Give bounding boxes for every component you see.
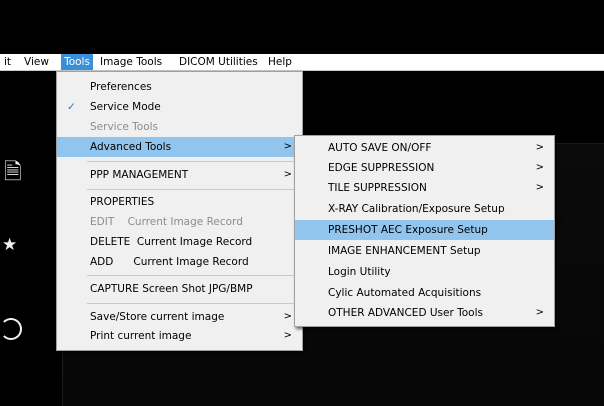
menu-item-login-utility[interactable]: Login Utility [295, 262, 554, 282]
menu-item-label: CAPTURE Screen Shot JPG/BMP [90, 283, 253, 295]
chevron-right-icon: > [535, 182, 544, 193]
chevron-right-icon: > [283, 169, 292, 180]
menu-item-preshot-aec[interactable]: PRESHOT AEC Exposure Setup [295, 220, 554, 240]
menu-separator [87, 275, 299, 276]
menu-item-label: Preferences [90, 81, 152, 93]
menu-separator [87, 189, 299, 190]
menu-item-label: Print current image [90, 330, 192, 342]
menu-edit-partial[interactable]: it [4, 54, 16, 70]
menu-item-label: ADD Current Image Record [90, 256, 249, 268]
menu-item-label: DELETE Current Image Record [90, 236, 253, 248]
menu-separator [87, 161, 299, 162]
menu-tools[interactable]: Tools [61, 54, 93, 70]
menu-item-service-tools: Service Tools [57, 117, 302, 137]
menu-item-label: Service Mode [90, 101, 161, 113]
menu-item-label: PROPERTIES [90, 196, 155, 208]
chevron-right-icon: > [535, 307, 544, 318]
menu-item-preferences[interactable]: Preferences [57, 77, 302, 97]
menu-item-label: Service Tools [90, 121, 159, 133]
menu-item-add-record[interactable]: ADD Current Image Record [57, 252, 302, 272]
menu-item-label: Advanced Tools [90, 141, 172, 153]
document-icon[interactable]: 🗎 [4, 155, 22, 193]
menu-dicom-utilities[interactable]: DICOM Utilities [179, 54, 263, 70]
chevron-right-icon: > [283, 141, 292, 152]
menu-item-ppp-management[interactable]: PPP MANAGEMENT > [57, 165, 302, 185]
menu-item-label: AUTO SAVE ON/OFF [328, 142, 432, 154]
chevron-right-icon: > [535, 162, 544, 173]
menu-item-label: OTHER ADVANCED User Tools [328, 307, 483, 319]
menu-bar: it View Tools Image Tools DICOM Utilitie… [0, 54, 604, 71]
menu-item-print[interactable]: Print current image > [57, 326, 302, 346]
tools-dropdown-menu: Preferences ✓ Service Mode Service Tools… [56, 71, 303, 351]
chevron-right-icon: > [283, 330, 292, 341]
menu-item-cylic-acquisitions[interactable]: Cylic Automated Acquisitions [295, 283, 554, 303]
menu-item-xray-calibration[interactable]: X-RAY Calibration/Exposure Setup [295, 199, 554, 219]
menu-item-tile-suppression[interactable]: TILE SUPPRESSION > [295, 178, 554, 198]
circle-d-icon[interactable] [0, 318, 22, 340]
title-bar-area [0, 0, 604, 54]
menu-separator [87, 303, 299, 304]
advanced-tools-submenu: AUTO SAVE ON/OFF > EDGE SUPPRESSION > TI… [294, 135, 555, 327]
menu-item-advanced-tools[interactable]: Advanced Tools > [57, 137, 302, 157]
menu-item-edge-suppression[interactable]: EDGE SUPPRESSION > [295, 158, 554, 178]
menu-item-image-enhancement[interactable]: IMAGE ENHANCEMENT Setup [295, 241, 554, 261]
menu-help[interactable]: Help [268, 54, 294, 70]
menu-item-label: PRESHOT AEC Exposure Setup [328, 224, 488, 236]
menu-item-service-mode[interactable]: ✓ Service Mode [57, 97, 302, 117]
chevron-right-icon: > [283, 311, 292, 322]
menu-item-label: EDIT Current Image Record [90, 216, 243, 228]
menu-view[interactable]: View [24, 54, 54, 70]
menu-item-label: X-RAY Calibration/Exposure Setup [328, 203, 505, 215]
menu-item-auto-save[interactable]: AUTO SAVE ON/OFF > [295, 138, 554, 158]
menu-item-label: Cylic Automated Acquisitions [328, 287, 482, 299]
menu-item-label: EDGE SUPPRESSION [328, 162, 435, 174]
menu-item-delete-record[interactable]: DELETE Current Image Record [57, 232, 302, 252]
chevron-right-icon: > [535, 142, 544, 153]
menu-item-label: Login Utility [328, 266, 391, 278]
menu-item-edit-record: EDIT Current Image Record [57, 212, 302, 232]
star-icon[interactable]: ★ [2, 235, 17, 255]
menu-item-properties[interactable]: PROPERTIES [57, 192, 302, 212]
menu-item-capture-screenshot[interactable]: CAPTURE Screen Shot JPG/BMP [57, 279, 302, 299]
menu-item-label: IMAGE ENHANCEMENT Setup [328, 245, 481, 257]
menu-item-other-advanced[interactable]: OTHER ADVANCED User Tools > [295, 303, 554, 323]
menu-item-label: Save/Store current image [90, 311, 225, 323]
check-icon: ✓ [67, 101, 76, 113]
menu-item-label: PPP MANAGEMENT [90, 169, 189, 181]
menu-image-tools[interactable]: Image Tools [100, 54, 172, 70]
menu-item-label: TILE SUPPRESSION [328, 182, 427, 194]
menu-item-save-store[interactable]: Save/Store current image > [57, 307, 302, 327]
